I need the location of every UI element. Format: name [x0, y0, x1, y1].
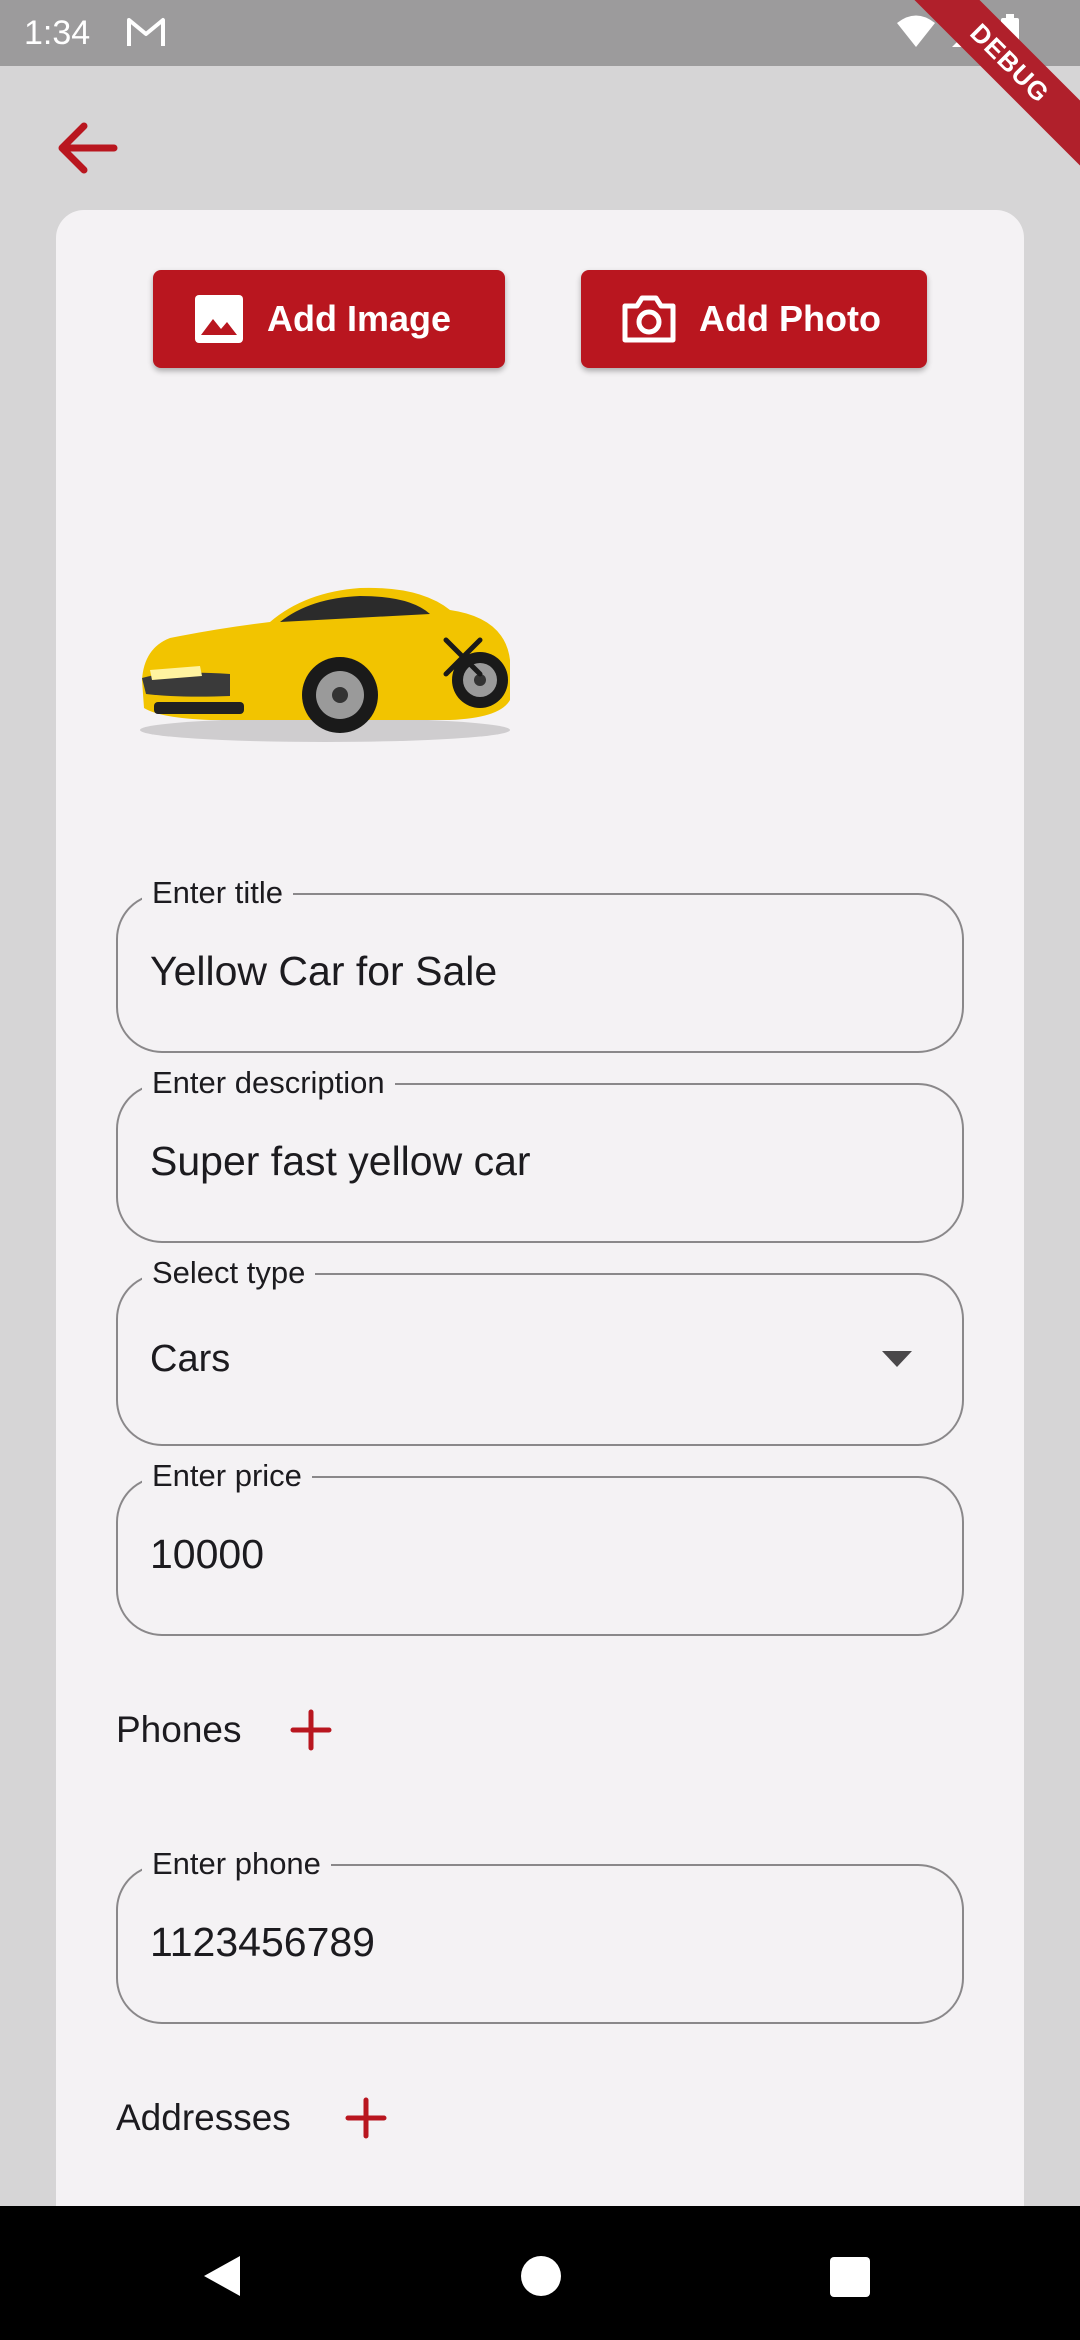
type-value: Cars [150, 1338, 231, 1380]
type-label: Select type [142, 1255, 316, 1291]
phone-field[interactable]: Enter phone 1123456789 [116, 1846, 964, 2024]
camera-icon [621, 294, 677, 344]
system-nav-bar [0, 2206, 1080, 2340]
description-field[interactable]: Enter description Super fast yellow car [116, 1065, 964, 1243]
status-time: 1:34 [24, 14, 91, 52]
addresses-label: Addresses [116, 2097, 291, 2138]
add-photo-button[interactable]: Add Photo [581, 270, 927, 368]
phone-label: Enter phone [142, 1846, 331, 1882]
description-value: Super fast yellow car [150, 1138, 531, 1184]
add-photo-label: Add Photo [699, 298, 881, 339]
nav-back-button[interactable] [200, 2254, 244, 2303]
circle-home-icon [521, 2256, 561, 2296]
phones-label: Phones [116, 1709, 242, 1750]
plus-icon [290, 1709, 332, 1751]
title-label: Enter title [142, 875, 293, 911]
triangle-back-icon [204, 2256, 240, 2296]
nav-home-button[interactable] [519, 2254, 563, 2303]
square-recents-icon [830, 2257, 870, 2297]
gmail-icon [126, 16, 166, 53]
image-icon [193, 293, 245, 345]
wifi-icon [896, 14, 936, 53]
add-address-button[interactable] [342, 2094, 390, 2142]
arrow-left-icon [58, 122, 118, 174]
title-field[interactable]: Enter title Yellow Car for Sale [116, 875, 964, 1053]
description-label: Enter description [142, 1065, 395, 1101]
price-field[interactable]: Enter price 10000 [116, 1458, 964, 1636]
remove-image-button[interactable] [440, 634, 486, 680]
add-phone-button[interactable] [287, 1706, 335, 1754]
close-icon [443, 637, 483, 677]
add-image-button[interactable]: Add Image [153, 270, 505, 368]
add-image-label: Add Image [267, 298, 452, 339]
back-button[interactable] [52, 118, 124, 178]
status-bar: 1:34 [0, 0, 1080, 66]
type-select[interactable]: Select type Cars [116, 1255, 964, 1446]
price-label: Enter price [142, 1458, 312, 1494]
price-value: 10000 [150, 1531, 265, 1577]
plus-icon [345, 2097, 387, 2139]
title-value: Yellow Car for Sale [150, 948, 498, 994]
phone-value: 1123456789 [150, 1919, 375, 1965]
nav-recents-button[interactable] [829, 2256, 871, 2303]
dropdown-arrow-icon [882, 1351, 912, 1372]
